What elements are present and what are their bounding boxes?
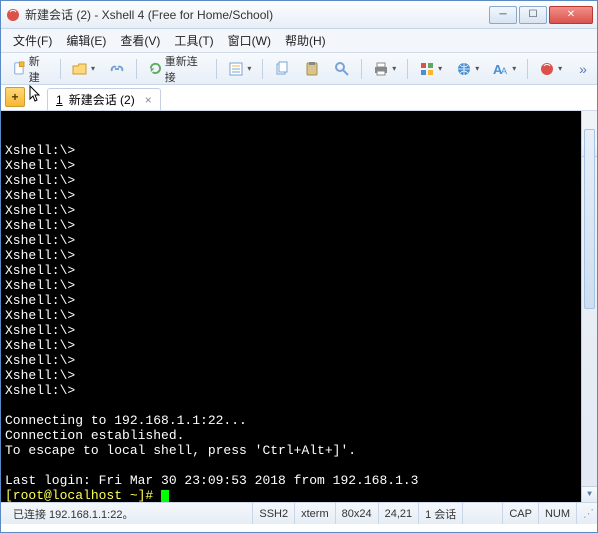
status-termtype: xterm [295,503,336,524]
separator [216,59,217,79]
menu-help[interactable]: 帮助(H) [279,30,332,51]
chevron-down-icon: ▾ [91,64,95,73]
properties-button[interactable]: ▾ [223,58,256,80]
minimize-button[interactable]: ─ [489,6,517,24]
clipboard-icon [304,61,320,77]
tab-bar: + 1 新建会话 (2) × [1,85,597,111]
tab-session[interactable]: 1 新建会话 (2) × [47,88,161,110]
separator [60,59,61,79]
xbrowser-button[interactable]: ▾ [534,58,567,80]
new-session-label: 新建 [29,53,49,85]
separator [262,59,263,79]
x-red-icon [539,61,555,77]
font-icon: AA [493,61,509,77]
close-button[interactable]: ✕ [549,6,593,24]
toolbar-overflow-button[interactable]: » [575,61,591,77]
cursor-icon [29,85,43,106]
status-size: 80x24 [336,503,379,524]
status-cap: CAP [503,503,539,524]
window-controls: ─ ☐ ✕ [489,6,593,24]
tab-label: 新建会话 (2) [69,91,135,108]
font-button[interactable]: AA ▾ [488,58,521,80]
link-button[interactable] [104,58,130,80]
status-bar: 已连接 192.168.1.1:22。 SSH2 xterm 80x24 24,… [1,502,597,524]
status-sessions: 1 会话 [419,503,463,524]
chevron-down-icon: ▾ [558,64,562,73]
reconnect-button[interactable]: 重新连接 [143,58,211,80]
tab-index: 1 [56,93,63,107]
separator [136,59,137,79]
printer-icon [373,61,389,77]
terminal[interactable]: Xshell:\> Xshell:\> Xshell:\> Xshell:\> … [1,111,597,502]
status-cursor: 24,21 [379,503,420,524]
resize-grip[interactable]: ⋰ [577,507,591,520]
print-button[interactable]: ▾ [368,58,401,80]
globe-icon [456,61,472,77]
menu-bar: 文件(F) 编辑(E) 查看(V) 工具(T) 窗口(W) 帮助(H) [1,29,597,53]
separator [527,59,528,79]
separator [361,59,362,79]
document-new-icon [12,61,27,77]
reconnect-label: 重新连接 [165,53,206,85]
search-icon [334,61,350,77]
color-scheme-button[interactable]: ▾ [414,58,447,80]
chevron-down-icon: ▾ [512,64,516,73]
menu-edit[interactable]: 编辑(E) [60,30,112,51]
chevron-down-icon: ▾ [247,64,251,73]
app-icon [5,7,21,23]
open-button[interactable]: ▾ [67,58,100,80]
chevron-down-icon: ▾ [475,64,479,73]
toolbar: 新建 ▾ 重新连接 ▾ ▾ ▾ ▾ AA ▾ [1,53,597,85]
chevron-down-icon: ▾ [392,64,396,73]
paste-button[interactable] [299,58,325,80]
folder-open-icon [72,61,88,77]
chevron-down-icon: ▾ [438,64,442,73]
status-num: NUM [539,503,577,524]
refresh-icon [148,61,163,77]
menu-view[interactable]: 查看(V) [114,30,166,51]
link-icon [109,61,125,77]
menu-window[interactable]: 窗口(W) [222,30,277,51]
separator [407,59,408,79]
status-connection: 已连接 192.168.1.1:22。 [7,503,253,524]
title-bar: 新建会话 (2) - Xshell 4 (Free for Home/Schoo… [1,1,597,29]
new-session-button[interactable]: 新建 [7,58,54,80]
copy-icon [274,61,290,77]
palette-icon [419,61,435,77]
new-tab-button[interactable]: + [5,87,25,107]
globe-button[interactable]: ▾ [451,58,484,80]
list-icon [228,61,244,77]
tab-close-button[interactable]: × [145,93,152,107]
menu-file[interactable]: 文件(F) [7,30,58,51]
maximize-button[interactable]: ☐ [519,6,547,24]
copy-button[interactable] [269,58,295,80]
find-button[interactable] [329,58,355,80]
menu-tools[interactable]: 工具(T) [168,30,219,51]
svg-text:A: A [501,66,507,76]
status-protocol: SSH2 [253,503,295,524]
window-title: 新建会话 (2) - Xshell 4 (Free for Home/Schoo… [25,6,489,23]
